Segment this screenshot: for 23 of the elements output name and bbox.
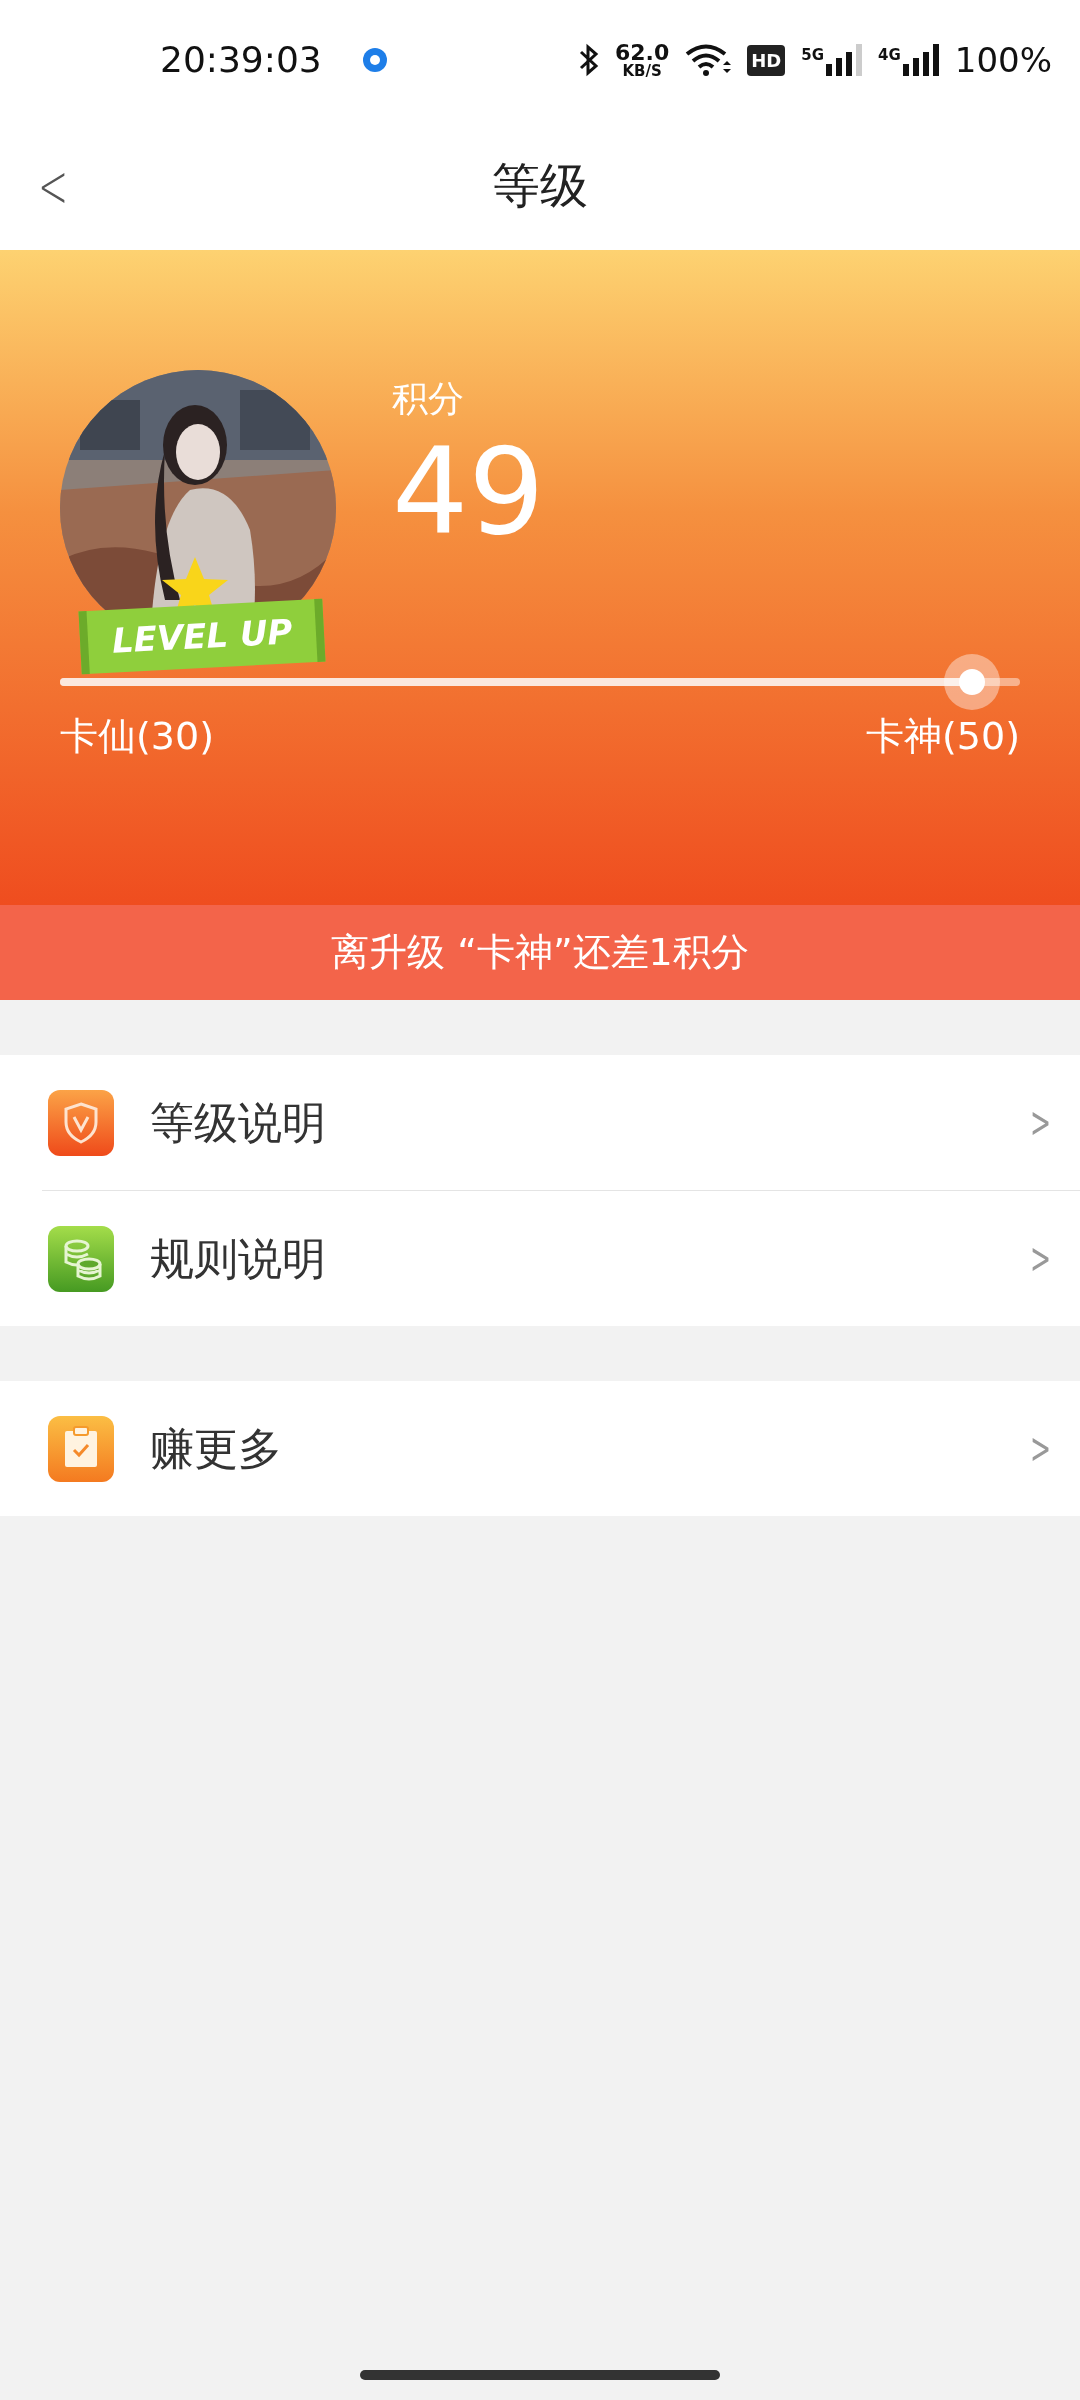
- back-button[interactable]: <: [34, 140, 72, 232]
- status-time: 20:39:03: [160, 38, 322, 82]
- hd-voice-icon: HD: [747, 44, 786, 76]
- points-value: 49: [392, 426, 545, 558]
- speed-unit: KB/S: [622, 63, 662, 79]
- signal-icon: [826, 44, 863, 76]
- next-level: 卡神(50): [866, 713, 1020, 760]
- wifi-icon: [685, 43, 732, 77]
- home-indicator[interactable]: [360, 2370, 720, 2380]
- notification-icon: [361, 47, 388, 73]
- coins-icon: [48, 1225, 114, 1292]
- current-level: 卡仙(30): [60, 713, 214, 760]
- points-label: 积分: [392, 377, 465, 421]
- shield-icon: [48, 1089, 114, 1156]
- battery-level: 100%: [954, 38, 1052, 82]
- bluetooth-icon: [579, 43, 599, 77]
- network-type: 5G: [801, 45, 825, 66]
- page-title: 等级: [492, 156, 588, 215]
- network-type: 4G: [878, 45, 901, 66]
- upgrade-notice: 离升级 “卡神”还差1积分: [331, 929, 749, 976]
- signal-icon: [902, 44, 939, 76]
- network-speed: 62.0: [615, 41, 670, 64]
- clipboard-icon: [48, 1415, 114, 1482]
